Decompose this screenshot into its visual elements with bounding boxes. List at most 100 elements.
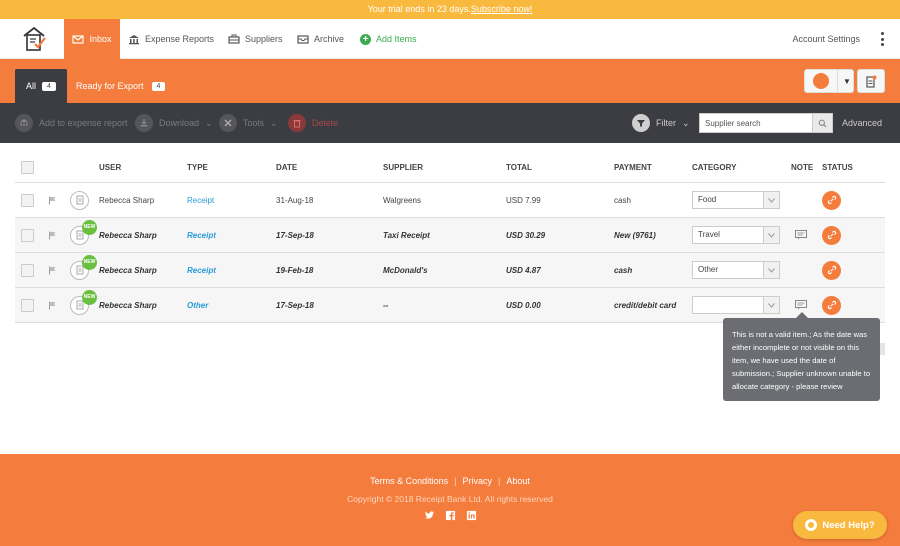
category-select[interactable]: Food (692, 191, 780, 209)
nav-suppliers-label: Suppliers (245, 34, 283, 44)
nav-inbox[interactable]: Inbox (64, 19, 120, 59)
row-checkbox[interactable] (21, 228, 34, 242)
category-select[interactable] (692, 296, 780, 314)
col-status[interactable]: STATUS (822, 153, 853, 182)
user-avatar-icon (813, 73, 829, 89)
about-link[interactable]: About (506, 476, 530, 486)
nav-expense-reports[interactable]: Expense Reports (128, 19, 214, 59)
nav-suppliers[interactable]: Suppliers (228, 19, 283, 59)
tab-all[interactable]: All 4 (15, 69, 67, 103)
tab-all-label: All (26, 81, 37, 91)
cell-total: USD 0.00 (506, 300, 541, 310)
cell-user: Rebecca Sharp (99, 300, 157, 310)
col-total[interactable]: TOTAL (506, 153, 532, 182)
tab-ready-for-export[interactable]: Ready for Export 4 (76, 69, 166, 103)
terms-link[interactable]: Terms & Conditions (370, 476, 448, 486)
new-badge: NEW (82, 254, 97, 270)
link-icon (827, 265, 836, 275)
supplier-search-input[interactable] (700, 114, 812, 132)
delete-label: Delete (312, 118, 339, 128)
col-date[interactable]: DATE (276, 153, 297, 182)
note-icon[interactable] (795, 300, 807, 310)
status-link-button[interactable] (822, 190, 841, 210)
advanced-search-link[interactable]: Advanced (842, 103, 882, 143)
note-icon[interactable] (795, 230, 807, 240)
chevron-down-icon: ▼ (843, 76, 851, 86)
trial-text: Your trial ends in 23 days. (367, 4, 471, 14)
table-row[interactable]: Rebecca Sharp Receipt 31-Aug-18 Walgreens US… (15, 183, 885, 218)
receipt-doc-icon[interactable]: NEW (70, 254, 97, 280)
top-navigation: Inbox Expense Reports Suppliers Archive … (0, 19, 900, 59)
subscribe-link[interactable]: Subscribe now! (471, 4, 533, 14)
col-type[interactable]: TYPE (187, 153, 208, 182)
flag-icon[interactable] (48, 196, 57, 205)
twitter-icon[interactable] (424, 510, 435, 521)
download-button[interactable]: Download ⌄ (135, 103, 213, 143)
col-note: NOTE (791, 163, 814, 172)
status-link-button[interactable] (822, 260, 841, 280)
flag-icon[interactable] (48, 231, 57, 240)
action-toolbar: Add to expense report Download ⌄ Tools ⌄… (0, 103, 900, 143)
flag-icon[interactable] (48, 266, 57, 275)
more-menu-icon[interactable] (881, 32, 885, 46)
nav-inbox-label: Inbox (89, 34, 112, 44)
need-help-label: Need Help? (822, 519, 875, 531)
chevron-down-icon (763, 227, 779, 243)
category-value (693, 297, 763, 313)
receipt-doc-icon[interactable]: NEW (70, 289, 97, 315)
cell-type-link[interactable]: Receipt (187, 253, 216, 287)
row-checkbox[interactable] (21, 193, 34, 207)
category-value: Food (698, 195, 717, 204)
trash-icon (288, 114, 306, 132)
status-link-button[interactable] (822, 225, 841, 245)
cell-type-link[interactable]: Other (187, 288, 208, 322)
facebook-icon[interactable] (445, 510, 456, 521)
tab-all-count: 4 (42, 81, 56, 91)
cell-user: Rebecca Sharp (99, 265, 157, 275)
search-icon[interactable] (812, 114, 832, 132)
nav-expense-label: Expense Reports (145, 34, 215, 44)
user-switcher-button[interactable]: ▼ (804, 69, 854, 93)
chevron-down-icon: ⌄ (205, 117, 213, 128)
table-row[interactable]: NEW Rebecca Sharp Receipt 17-Sep-18 Taxi Rec… (15, 218, 885, 253)
supplier-search (699, 113, 833, 133)
row-checkbox[interactable] (21, 263, 34, 277)
table-row[interactable]: NEW Rebecca Sharp Receipt 19-Feb-18 McDonald… (15, 253, 885, 288)
linkedin-icon[interactable] (466, 510, 477, 521)
copyright-text: Copyright © 2018 Receipt Bank Ltd. All r… (347, 494, 553, 504)
category-select[interactable]: Other (692, 261, 780, 279)
col-payment[interactable]: PAYMENT (614, 153, 652, 182)
nav-archive[interactable]: Archive (297, 19, 344, 59)
tools-button[interactable]: Tools ⌄ (219, 103, 278, 143)
receipt-bank-logo[interactable] (22, 26, 46, 52)
table-header: USER TYPE DATE SUPPLIER TOTAL PAYMENT CA… (15, 153, 885, 183)
link-icon (827, 230, 836, 240)
flag-icon[interactable] (48, 301, 57, 310)
col-user[interactable]: USER (99, 153, 121, 182)
status-link-button[interactable] (822, 295, 841, 315)
receipt-doc-icon[interactable] (70, 190, 89, 210)
cell-type-link[interactable]: Receipt (187, 183, 214, 217)
privacy-link[interactable]: Privacy (462, 476, 492, 486)
account-settings-link[interactable]: Account Settings (792, 19, 860, 59)
category-select[interactable]: Travel (692, 226, 780, 244)
cell-payment: cash (614, 265, 633, 275)
link-icon (827, 195, 836, 205)
notifications-button[interactable] (857, 69, 885, 93)
funnel-icon (632, 114, 650, 132)
receipt-doc-icon[interactable]: NEW (70, 219, 97, 245)
cell-type-link[interactable]: Receipt (187, 218, 216, 252)
delete-button[interactable]: Delete (288, 103, 338, 143)
select-all-checkbox[interactable] (21, 161, 34, 174)
add-to-expense-report-button[interactable]: Add to expense report (15, 103, 128, 143)
tools-label: Tools (243, 118, 265, 128)
col-category[interactable]: CATEGORY (692, 153, 736, 182)
need-help-button[interactable]: Need Help? (793, 511, 887, 539)
new-badge: NEW (82, 219, 97, 235)
row-checkbox[interactable] (21, 298, 34, 312)
scrollbar-stub[interactable] (880, 343, 885, 355)
col-supplier[interactable]: SUPPLIER (383, 153, 423, 182)
filter-button[interactable]: Filter ⌄ (632, 103, 690, 143)
cell-user: Rebecca Sharp (99, 230, 157, 240)
nav-add-items[interactable]: + Add Items (360, 19, 417, 59)
